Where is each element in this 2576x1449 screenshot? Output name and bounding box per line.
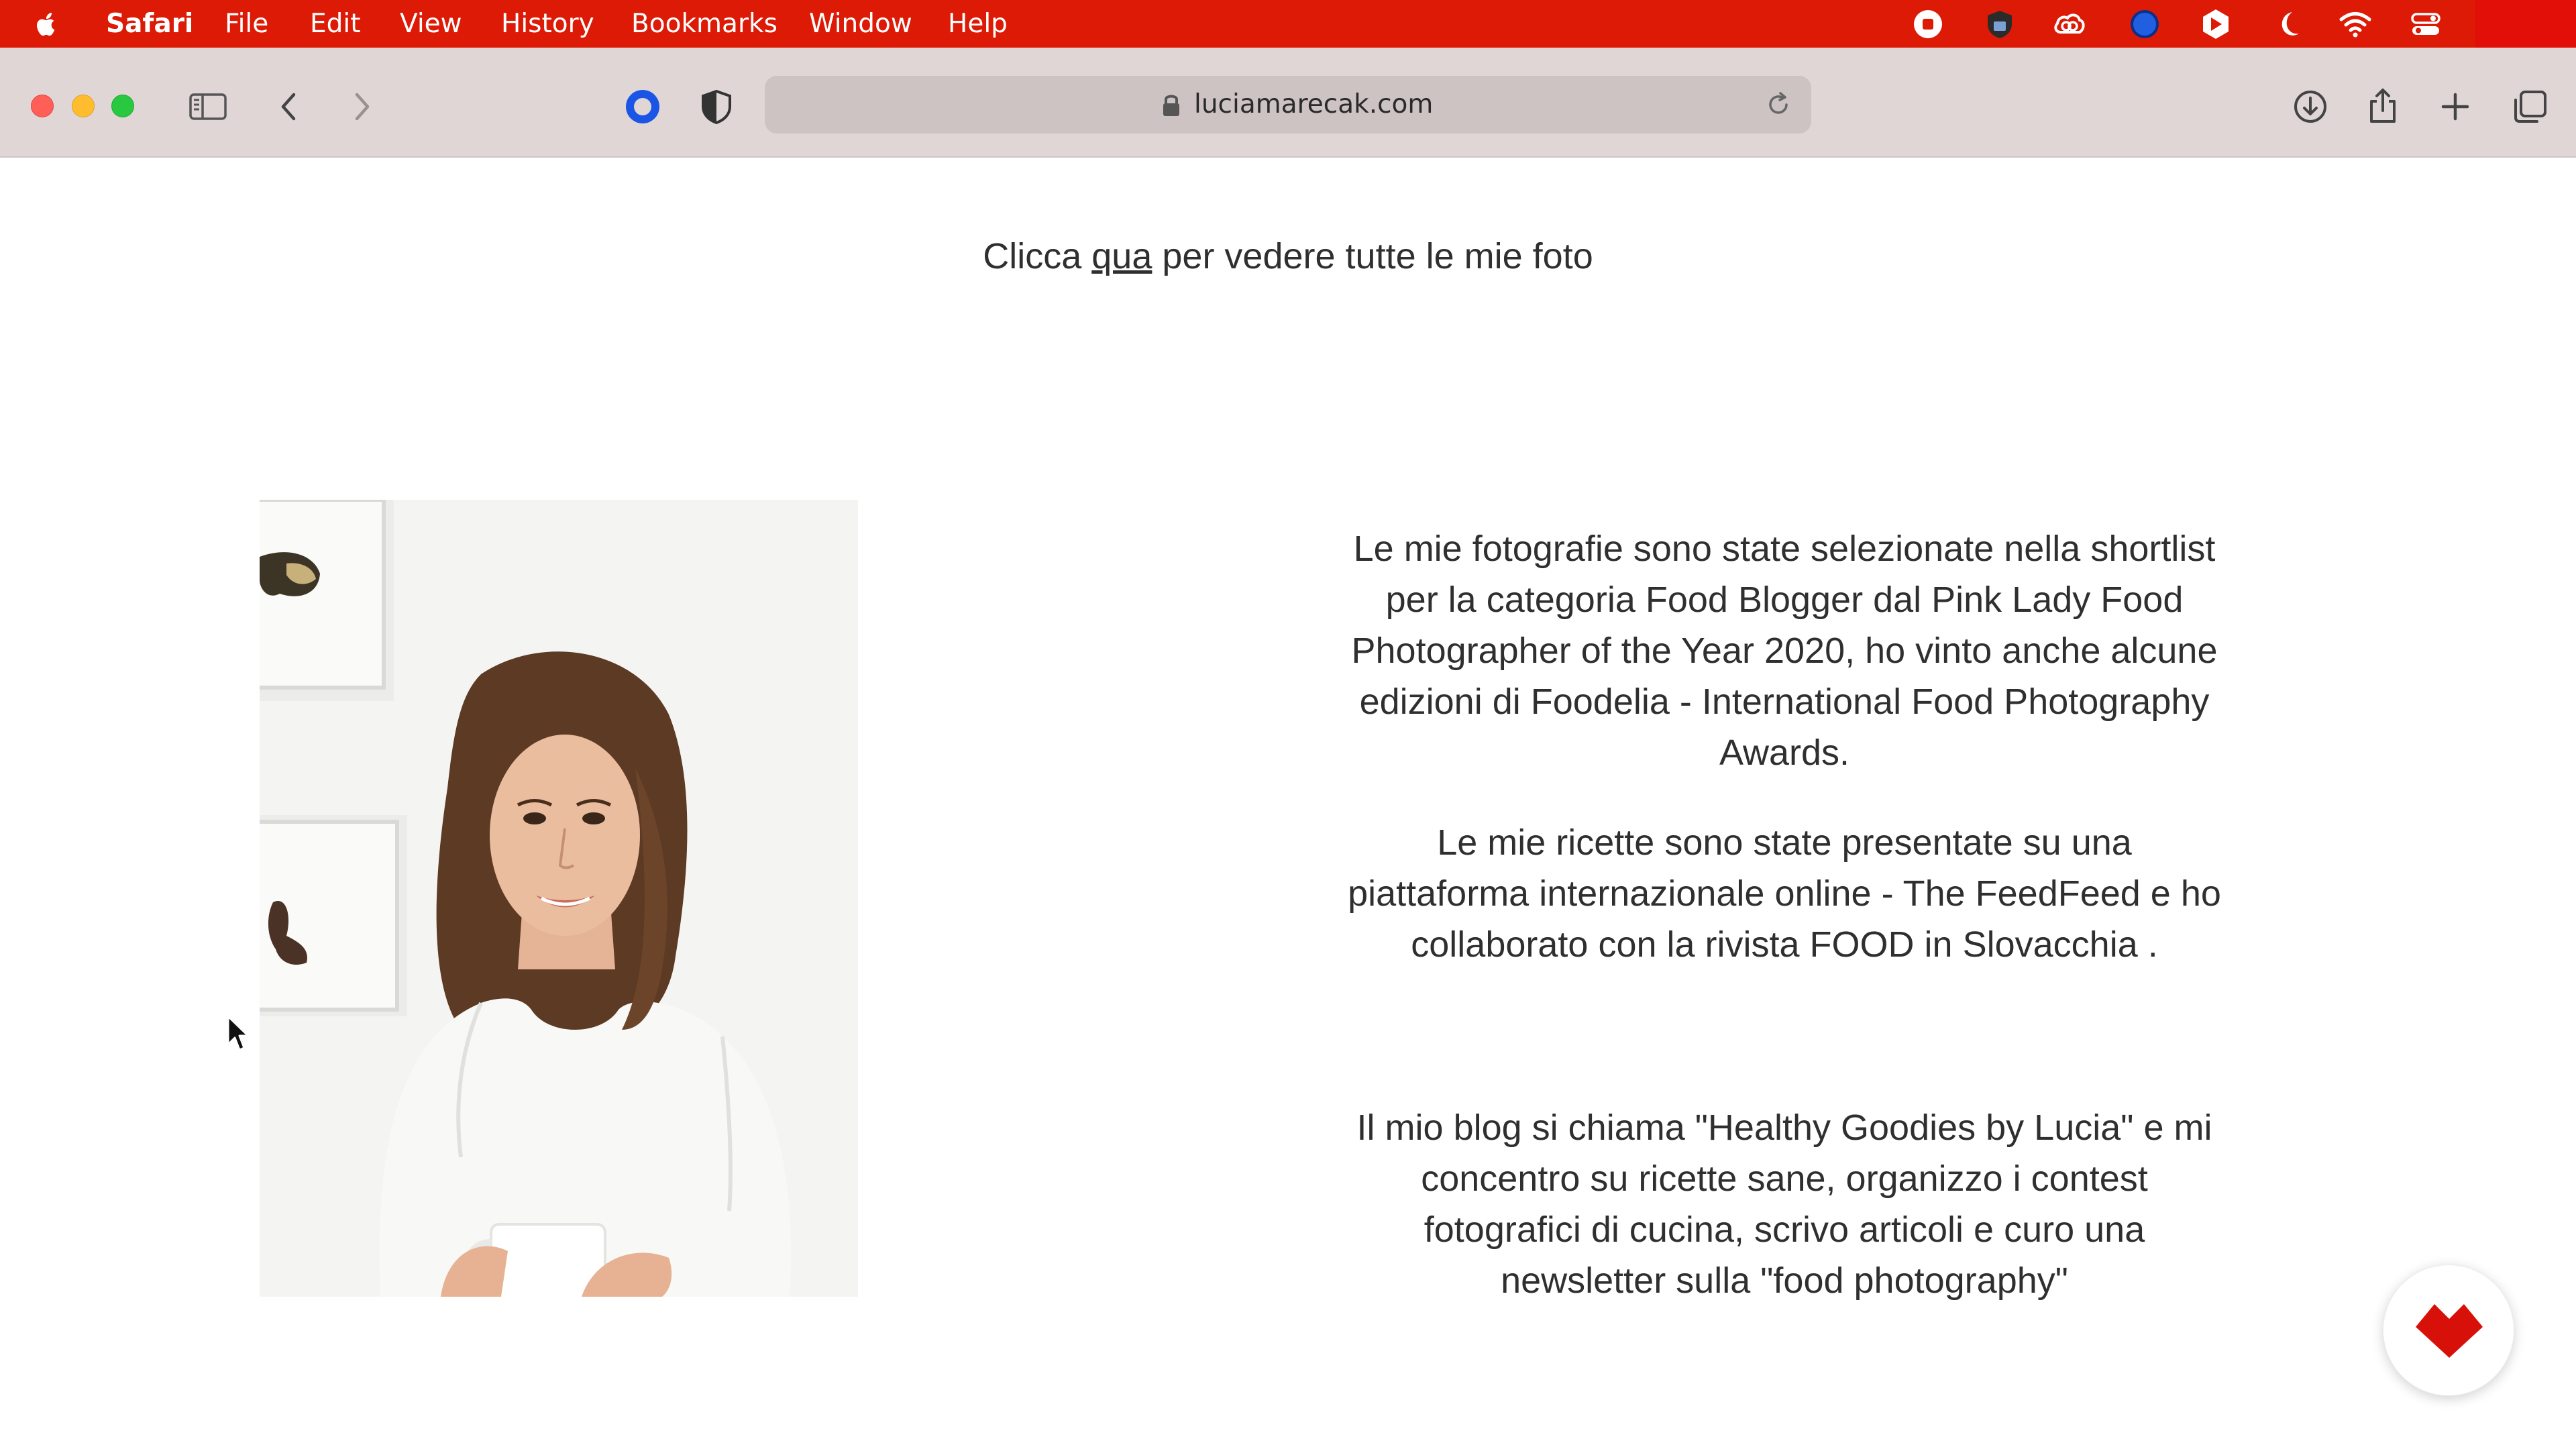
gallery-prompt-after: per vedere tutte le mie foto <box>1152 236 1593 276</box>
shield-extension-icon[interactable] <box>1982 7 2017 42</box>
web-page: Clicca qua per vedere tutte le mie foto <box>0 158 2576 1449</box>
moon-icon[interactable] <box>2271 7 2306 42</box>
download-icon[interactable] <box>2290 87 2330 127</box>
share-icon[interactable] <box>2363 87 2403 127</box>
extension-circle-icon[interactable] <box>623 87 663 127</box>
reload-icon[interactable] <box>1764 91 1792 119</box>
wifi-icon[interactable] <box>2338 7 2373 42</box>
gallery-prompt-before: Clicca <box>983 236 1092 276</box>
bio-paragraph-recipes: Le mie ricette sono state presentate su … <box>1348 822 2221 965</box>
portrait-illustration <box>260 500 858 1297</box>
window-minimize-button[interactable] <box>72 95 95 117</box>
apple-icon[interactable] <box>30 7 63 40</box>
control-center-icon[interactable] <box>2408 7 2443 42</box>
bio-paragraph-blog: Il mio blog si chiama "Healthy Goodies b… <box>1356 1108 2212 1301</box>
menu-app-name[interactable]: Safari <box>106 0 193 48</box>
menu-bar-clock-area <box>2475 0 2576 48</box>
back-icon[interactable] <box>270 87 310 127</box>
heart-logo-icon <box>2416 1304 2483 1358</box>
hex-extension-icon[interactable] <box>2198 7 2233 42</box>
window-zoom-button[interactable] <box>111 95 134 117</box>
menu-edit[interactable]: Edit <box>310 0 361 48</box>
bio-paragraph-awards: Le mie fotografie sono state selezionate… <box>1351 529 2218 773</box>
record-icon[interactable] <box>1911 7 1945 42</box>
blue-circle-icon[interactable] <box>2127 7 2162 42</box>
browser-toolbar: luciamarecak.com <box>0 48 2576 158</box>
menu-view[interactable]: View <box>400 0 462 48</box>
gallery-link[interactable]: qua <box>1091 236 1152 276</box>
menu-history[interactable]: History <box>501 0 594 48</box>
portrait-photo <box>260 500 858 1297</box>
privacy-shield-icon[interactable] <box>696 87 737 127</box>
new-tab-icon[interactable] <box>2435 87 2475 127</box>
address-bar[interactable]: luciamarecak.com <box>765 76 1811 133</box>
menu-bookmarks[interactable]: Bookmarks <box>631 0 777 48</box>
sidebar-icon[interactable] <box>188 87 228 127</box>
window-close-button[interactable] <box>31 95 54 117</box>
lock-icon <box>1163 95 1179 116</box>
forward-icon[interactable] <box>341 87 381 127</box>
tab-overview-icon[interactable] <box>2510 87 2551 127</box>
menu-file[interactable]: File <box>225 0 268 48</box>
menu-window[interactable]: Window <box>809 0 912 48</box>
menu-help[interactable]: Help <box>948 0 1008 48</box>
url-text[interactable]: luciamarecak.com <box>1194 76 1433 133</box>
menu-bar: Safari File Edit View History Bookmarks … <box>0 0 2576 48</box>
chat-floating-button[interactable] <box>2383 1265 2514 1396</box>
creative-cloud-icon[interactable] <box>2051 7 2086 42</box>
mouse-cursor-icon <box>227 1015 250 1051</box>
gallery-prompt: Clicca qua per vedere tutte le mie foto <box>872 231 1704 282</box>
